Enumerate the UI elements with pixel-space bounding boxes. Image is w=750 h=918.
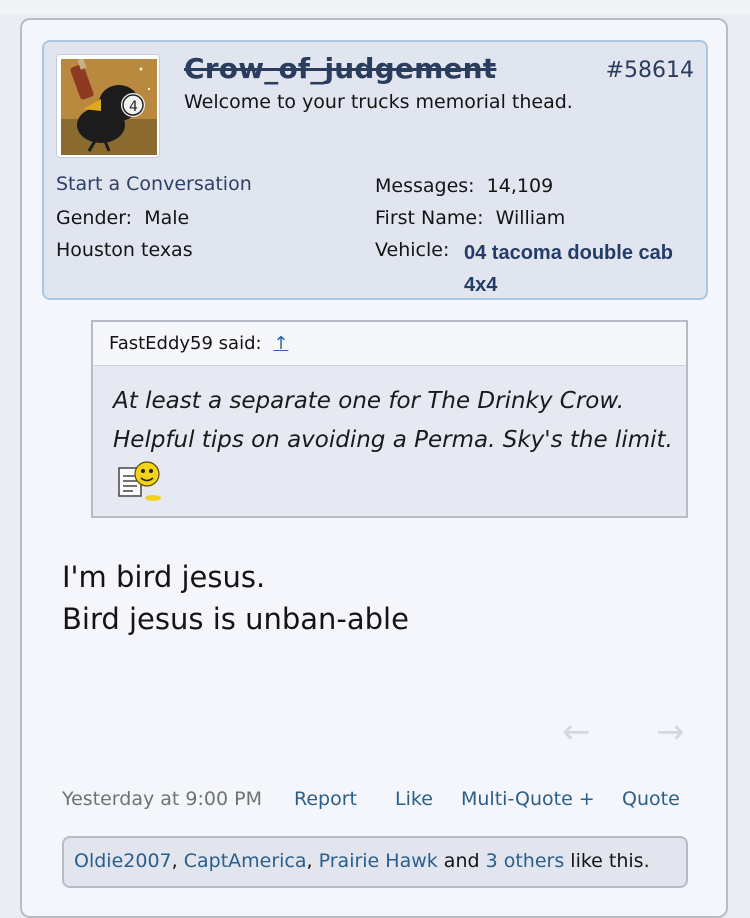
quote-jump-arrow-icon[interactable]: ↑	[273, 333, 288, 354]
liker-link[interactable]: Prairie Hawk	[319, 850, 438, 872]
vehicle-value: 04 tacoma double cab 4x4	[464, 242, 673, 296]
likes-others-link[interactable]: 3 others	[486, 850, 565, 872]
quote-text: At least a separate one for The Drinky C…	[113, 388, 673, 453]
top-strip	[0, 0, 750, 14]
likes-separator: ,	[171, 850, 184, 872]
location-value[interactable]: Houston texas	[56, 239, 193, 261]
first-name-field: First Name: William	[375, 207, 565, 229]
messages-field: Messages: 14,109	[375, 175, 553, 197]
previous-post-arrow-icon[interactable]: ←	[562, 712, 591, 752]
gender-field: Gender: Male	[56, 207, 189, 229]
post-timestamp[interactable]: Yesterday at 9:00 PM	[62, 788, 262, 810]
like-link[interactable]: Like	[395, 788, 433, 810]
quote-block: FastEddy59 said: ↑ At least a separate o…	[91, 320, 688, 518]
likes-and: and	[437, 850, 486, 872]
liker-link[interactable]: CaptAmerica	[184, 850, 307, 872]
smiley-notepad-icon	[117, 460, 163, 517]
post-message: I'm bird jesus. Bird jesus is unban-able	[62, 556, 409, 640]
start-conversation-link[interactable]: Start a Conversation	[56, 173, 252, 195]
report-link[interactable]: Report	[294, 788, 357, 810]
liker-link[interactable]: Oldie2007	[74, 850, 172, 872]
quote-header: FastEddy59 said: ↑	[93, 322, 686, 366]
quote-attribution: FastEddy59 said: ↑	[109, 333, 288, 354]
likes-suffix: like this.	[564, 850, 650, 872]
quote-text-container: At least a separate one for The Drinky C…	[113, 382, 673, 517]
vehicle-label: Vehicle:	[375, 239, 450, 261]
message-line-2: Bird jesus is unban-able	[62, 602, 409, 636]
message-line-1: I'm bird jesus.	[62, 560, 266, 594]
crow-avatar-image: 4	[61, 59, 157, 155]
user-title: Welcome to your trucks memorial thead.	[184, 91, 573, 113]
first-name-value: William	[495, 207, 566, 229]
avatar[interactable]: 4	[56, 54, 160, 158]
next-post-arrow-icon[interactable]: →	[656, 712, 685, 752]
likes-summary: Oldie2007, CaptAmerica, Prairie Hawk and…	[62, 836, 688, 888]
multi-quote-link[interactable]: Multi-Quote +	[461, 788, 595, 810]
gender-label: Gender:	[56, 207, 133, 229]
svg-text:4: 4	[129, 99, 138, 115]
username-link[interactable]: Crow_of_judgement	[184, 52, 496, 85]
messages-label: Messages:	[375, 175, 475, 197]
gender-value: Male	[144, 207, 190, 229]
first-name-label: First Name:	[375, 207, 484, 229]
quote-author: FastEddy59 said:	[109, 333, 262, 354]
likes-separator: ,	[306, 850, 319, 872]
quote-link[interactable]: Quote	[622, 788, 680, 810]
post-number-link[interactable]: #58614	[606, 58, 694, 83]
messages-value: 14,109	[486, 175, 554, 197]
likes-text: Oldie2007, CaptAmerica, Prairie Hawk and…	[74, 850, 650, 872]
